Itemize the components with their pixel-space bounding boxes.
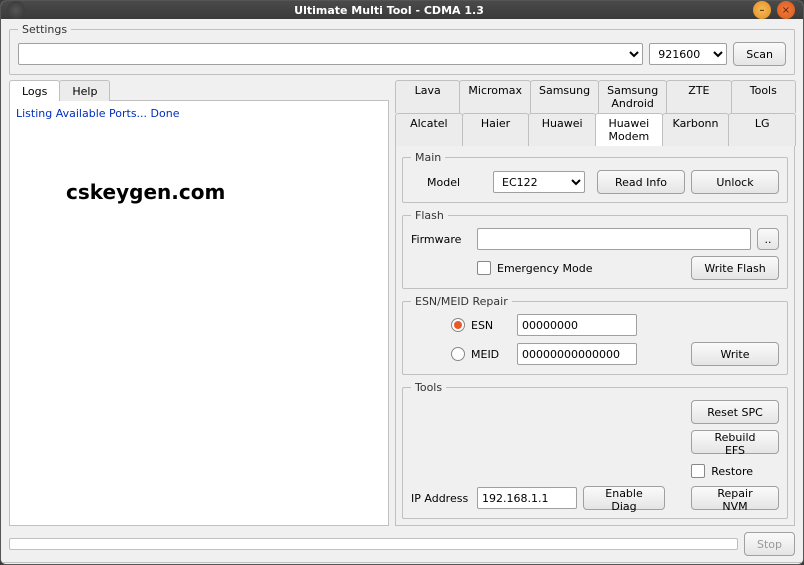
baud-select[interactable]: 921600 [649,43,727,65]
tab-zte[interactable]: ZTE [666,80,731,113]
tab-huawei[interactable]: Huawei [528,113,596,146]
settings-group: Settings 921600 Scan [9,23,795,75]
unlock-button[interactable]: Unlock [691,170,779,194]
write-button[interactable]: Write [691,342,779,366]
tab-lg[interactable]: LG [728,113,796,146]
tab-micromax[interactable]: Micromax [459,80,531,113]
settings-legend: Settings [18,23,71,36]
tab-haier[interactable]: Haier [462,113,530,146]
tab-lava[interactable]: Lava [395,80,460,113]
minimize-icon[interactable]: – [753,1,771,19]
firmware-input[interactable] [477,228,751,250]
esnmeid-group: ESN/MEID Repair ESN MEID Write [402,295,788,375]
writeflash-button[interactable]: Write Flash [691,256,779,280]
model-select[interactable]: EC122 [493,171,585,193]
enablediag-button[interactable]: Enable Diag [583,486,665,510]
emergency-label: Emergency Mode [497,262,593,275]
browse-button[interactable]: .. [757,228,779,250]
firmware-label: Firmware [411,233,471,246]
port-select[interactable] [18,43,643,65]
window-menu-icon[interactable] [7,1,25,19]
tab-karbonn[interactable]: Karbonn [662,113,730,146]
restore-checkbox[interactable] [691,464,705,478]
esn-input[interactable] [517,314,637,336]
readinfo-button[interactable]: Read Info [597,170,685,194]
tools-legend: Tools [411,381,446,394]
flash-group: Flash Firmware .. Emergency Mode Write F… [402,209,788,289]
close-icon[interactable]: × [777,1,795,19]
rebuildefs-button[interactable]: Rebuild EFS [691,430,779,454]
watermark-text: cskeygen.com [66,180,382,204]
resetspc-button[interactable]: Reset SPC [691,400,779,424]
tab-huawei-modem[interactable]: Huawei Modem [595,113,663,146]
ip-label: IP Address [411,492,471,505]
flash-legend: Flash [411,209,448,222]
repairnvm-button[interactable]: Repair NVM [691,486,779,510]
esn-label: ESN [471,319,511,332]
meid-radio[interactable] [451,347,465,361]
progress-bar [9,538,738,550]
tab-samsung-android[interactable]: Samsung Android [598,80,667,113]
ip-input[interactable] [477,487,577,509]
app-window: Ultimate Multi Tool - CDMA 1.3 – × Setti… [0,0,804,565]
tab-logs[interactable]: Logs [9,80,60,101]
main-legend: Main [411,151,445,164]
window-title: Ultimate Multi Tool - CDMA 1.3 [25,4,753,17]
meid-label: MEID [471,348,511,361]
tab-tools[interactable]: Tools [731,80,796,113]
main-group: Main Model EC122 Read Info Unlock [402,151,788,203]
meid-input[interactable] [517,343,637,365]
huawei-modem-panel: Main Model EC122 Read Info Unlock Fl [395,145,795,526]
esnmeid-legend: ESN/MEID Repair [411,295,512,308]
tab-alcatel[interactable]: Alcatel [395,113,463,146]
scan-button[interactable]: Scan [733,42,786,66]
restore-label: Restore [711,465,753,478]
log-line: Listing Available Ports... Done [16,107,382,120]
tab-samsung[interactable]: Samsung [530,80,599,113]
model-label: Model [427,176,487,189]
emergency-checkbox[interactable] [477,261,491,275]
esn-radio[interactable] [451,318,465,332]
tab-help[interactable]: Help [59,80,110,101]
log-panel: Listing Available Ports... Done cskeygen… [9,101,389,526]
titlebar[interactable]: Ultimate Multi Tool - CDMA 1.3 – × [1,1,803,19]
stop-button[interactable]: Stop [744,532,795,556]
tools-group: Tools Reset SPC Rebuild EFS Resto [402,381,788,519]
